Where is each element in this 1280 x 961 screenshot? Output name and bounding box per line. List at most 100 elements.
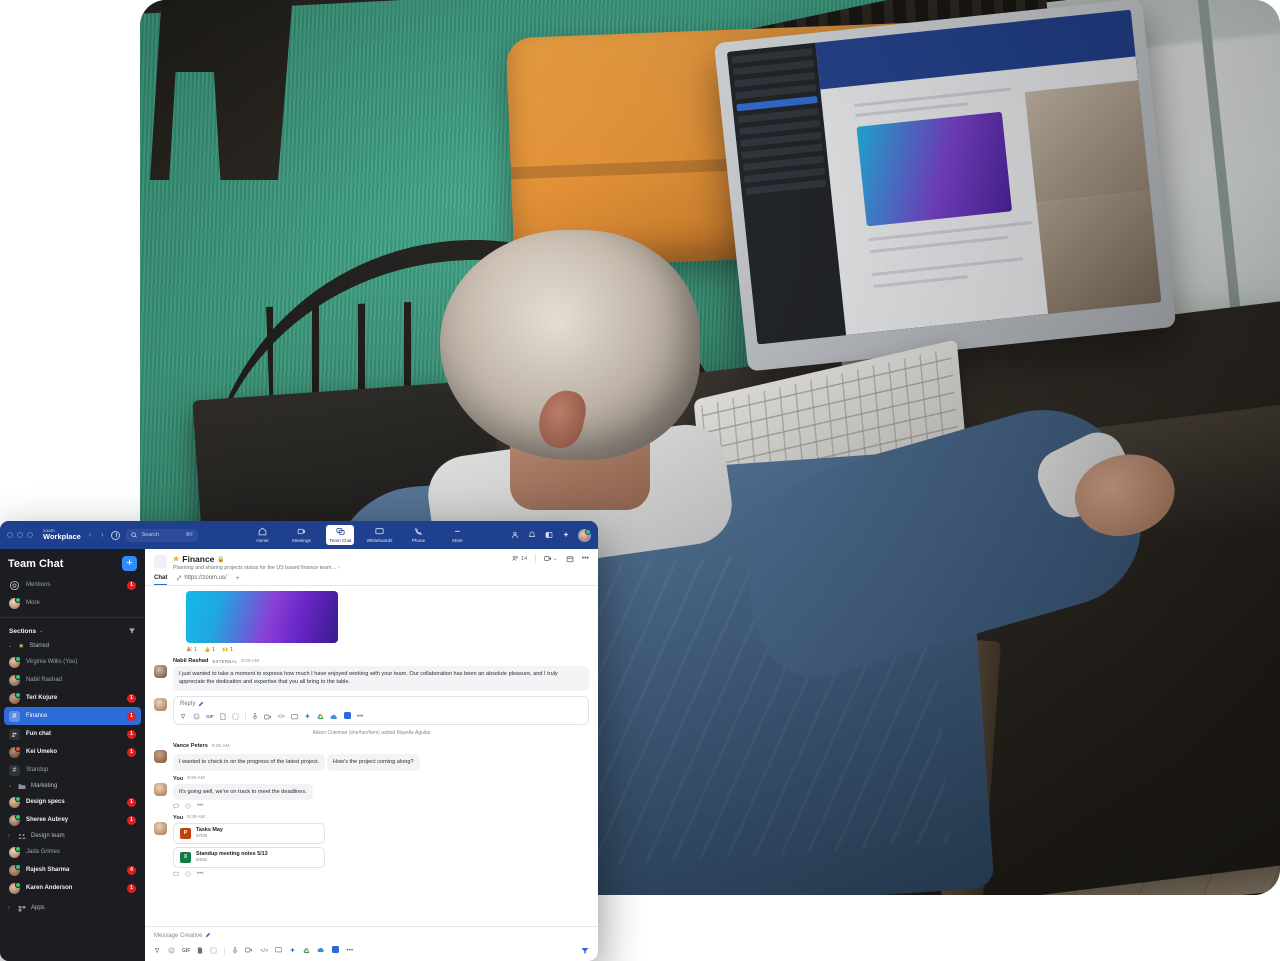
avatar[interactable]: [154, 782, 167, 796]
screenshare-icon[interactable]: [275, 947, 283, 954]
sidebar-item-standup[interactable]: # Standup: [0, 761, 145, 779]
window-controls[interactable]: [7, 532, 33, 538]
zoom-app-icon[interactable]: [304, 713, 311, 720]
cloud-icon[interactable]: [317, 947, 325, 954]
file-icon[interactable]: [197, 947, 203, 954]
sidebar-group-starred[interactable]: ⌄ ★ Starred: [0, 638, 145, 653]
emoji-icon[interactable]: [168, 947, 175, 954]
file-attachment[interactable]: P Tasks May 57KB: [173, 822, 325, 844]
sidebar-item-design-specs[interactable]: Design specs 1: [0, 793, 145, 811]
nav-item-phone[interactable]: Phone: [404, 525, 432, 545]
avatar[interactable]: [154, 665, 167, 678]
nav-item-whiteboards[interactable]: Whiteboards: [365, 525, 393, 545]
message-composer[interactable]: Message Creative GIF </> •••: [145, 926, 598, 961]
more-icon[interactable]: •••: [346, 947, 353, 954]
sidebar-list[interactable]: ⌄ ★ Starred Virginia Willis (You) Nabil …: [0, 638, 145, 961]
reply-box[interactable]: Reply GIF </> •••: [173, 695, 589, 726]
nav-item-more[interactable]: ••• More: [443, 525, 471, 545]
react-icon[interactable]: [185, 871, 191, 878]
sidebar-item-sheree-aubrey[interactable]: Sheree Aubrey 1: [0, 811, 145, 829]
audio-icon[interactable]: [232, 947, 238, 954]
avatar[interactable]: [154, 750, 167, 764]
sidebar-group-marketing[interactable]: ⌄ Marketing: [0, 779, 145, 793]
reply-icon[interactable]: [173, 803, 179, 810]
channel-description[interactable]: Planning and sharing projects status for…: [173, 565, 340, 571]
user-avatar[interactable]: [578, 528, 591, 542]
avatar: [9, 845, 21, 858]
video-message-icon[interactable]: [263, 714, 272, 721]
sidebar-item-nabil-rashad[interactable]: Nabil Rashad: [0, 671, 145, 689]
sidebar-item-jada-grimes[interactable]: Jada Grimes: [0, 843, 145, 861]
screenshare-icon[interactable]: [291, 713, 298, 721]
sidebar-item-mentions[interactable]: Mentions 1: [0, 576, 145, 594]
sidebar-item-teri-kojure[interactable]: Teri Kojure 1: [0, 689, 145, 707]
sections-header[interactable]: Sections ⌄: [0, 623, 145, 638]
zoom-app-icon[interactable]: [289, 947, 296, 954]
more-icon[interactable]: •••: [582, 555, 589, 562]
panel-icon[interactable]: [544, 531, 553, 540]
star-icon[interactable]: ★: [173, 555, 179, 563]
more-icon[interactable]: •••: [357, 714, 363, 720]
back-button[interactable]: ‹: [87, 532, 93, 539]
nav-item-home[interactable]: Home: [248, 525, 276, 545]
reaction-chip[interactable]: 🙌 1: [222, 647, 233, 653]
format-icon[interactable]: [154, 947, 161, 954]
sidebar-item-virginia-willis[interactable]: Virginia Willis (You): [0, 653, 145, 671]
bell-icon[interactable]: [527, 531, 536, 540]
forward-button[interactable]: ›: [99, 532, 105, 539]
reaction-chip[interactable]: 👍 1: [204, 647, 215, 653]
screenshot-icon[interactable]: [232, 713, 239, 720]
contacts-icon[interactable]: [510, 531, 519, 540]
nav-item-team-chat[interactable]: Team Chat: [326, 525, 355, 545]
gif-icon[interactable]: GIF: [182, 948, 190, 954]
file-icon[interactable]: [220, 713, 226, 721]
tab-chat[interactable]: Chat: [154, 575, 168, 585]
code-icon[interactable]: </>: [260, 948, 268, 954]
file-attachment[interactable]: X Standup meeting notes 5/13 84KB: [173, 846, 325, 868]
sidebar-group-design-team[interactable]: › Design team: [0, 829, 145, 843]
sidebar-item-more[interactable]: More: [0, 594, 145, 612]
sidebar-group-apps[interactable]: › Apps: [0, 901, 145, 915]
tab-link[interactable]: https://zoom.us/: [176, 575, 227, 585]
audio-icon[interactable]: [252, 713, 258, 720]
reaction-chip[interactable]: 🎉 1: [186, 647, 197, 653]
drive-icon[interactable]: [317, 713, 324, 720]
minimize-window-button[interactable]: [17, 532, 23, 538]
sidebar-item-karen-anderson[interactable]: Karen Anderson 1: [0, 879, 145, 897]
reply-icon[interactable]: [173, 871, 179, 878]
sidebar-item-kei-umeko[interactable]: Kei Umeko 1: [0, 743, 145, 761]
sidebar-item-finance[interactable]: # Finance 1: [4, 707, 141, 725]
drive-icon[interactable]: [303, 947, 310, 954]
filter-icon[interactable]: [128, 627, 136, 635]
message-list[interactable]: 🎉 1 👍 1 🙌 1 Nabil Rashad EXTERNAL 9:20 A…: [145, 586, 598, 926]
sidebar-item-fun-chat[interactable]: Fun chat 1: [0, 725, 145, 743]
more-icon[interactable]: •••: [197, 871, 203, 878]
screenshot-icon[interactable]: [210, 947, 217, 954]
calendar-icon[interactable]: [566, 555, 574, 563]
gif-icon[interactable]: GIF: [206, 714, 214, 719]
settings-icon[interactable]: [343, 712, 351, 721]
more-icon[interactable]: •••: [197, 803, 203, 810]
history-icon[interactable]: [111, 530, 121, 540]
new-chat-button[interactable]: +: [122, 556, 137, 571]
image-attachment[interactable]: [186, 591, 338, 643]
maximize-window-button[interactable]: [27, 532, 33, 538]
cloud-icon[interactable]: [330, 714, 338, 721]
emoji-icon[interactable]: [193, 713, 200, 720]
sidebar-item-label: Rajesh Sharma: [26, 867, 70, 874]
video-icon[interactable]: ⌄: [544, 555, 558, 562]
member-count[interactable]: 14: [512, 555, 527, 562]
format-icon[interactable]: [180, 713, 187, 720]
video-message-icon[interactable]: [245, 947, 253, 954]
avatar[interactable]: [154, 821, 167, 835]
close-window-button[interactable]: [7, 532, 13, 538]
send-icon[interactable]: [581, 946, 589, 955]
sidebar-item-rajesh-sharma[interactable]: Rajesh Sharma 4: [0, 861, 145, 879]
ai-sparkle-icon[interactable]: [561, 531, 570, 540]
nav-item-meetings[interactable]: Meetings: [287, 525, 315, 545]
settings-icon[interactable]: [332, 946, 340, 955]
code-icon[interactable]: </>: [278, 714, 285, 720]
react-icon[interactable]: [185, 803, 191, 810]
add-tab-button[interactable]: +: [236, 576, 240, 585]
search-input[interactable]: Search ⌘F: [126, 528, 199, 542]
